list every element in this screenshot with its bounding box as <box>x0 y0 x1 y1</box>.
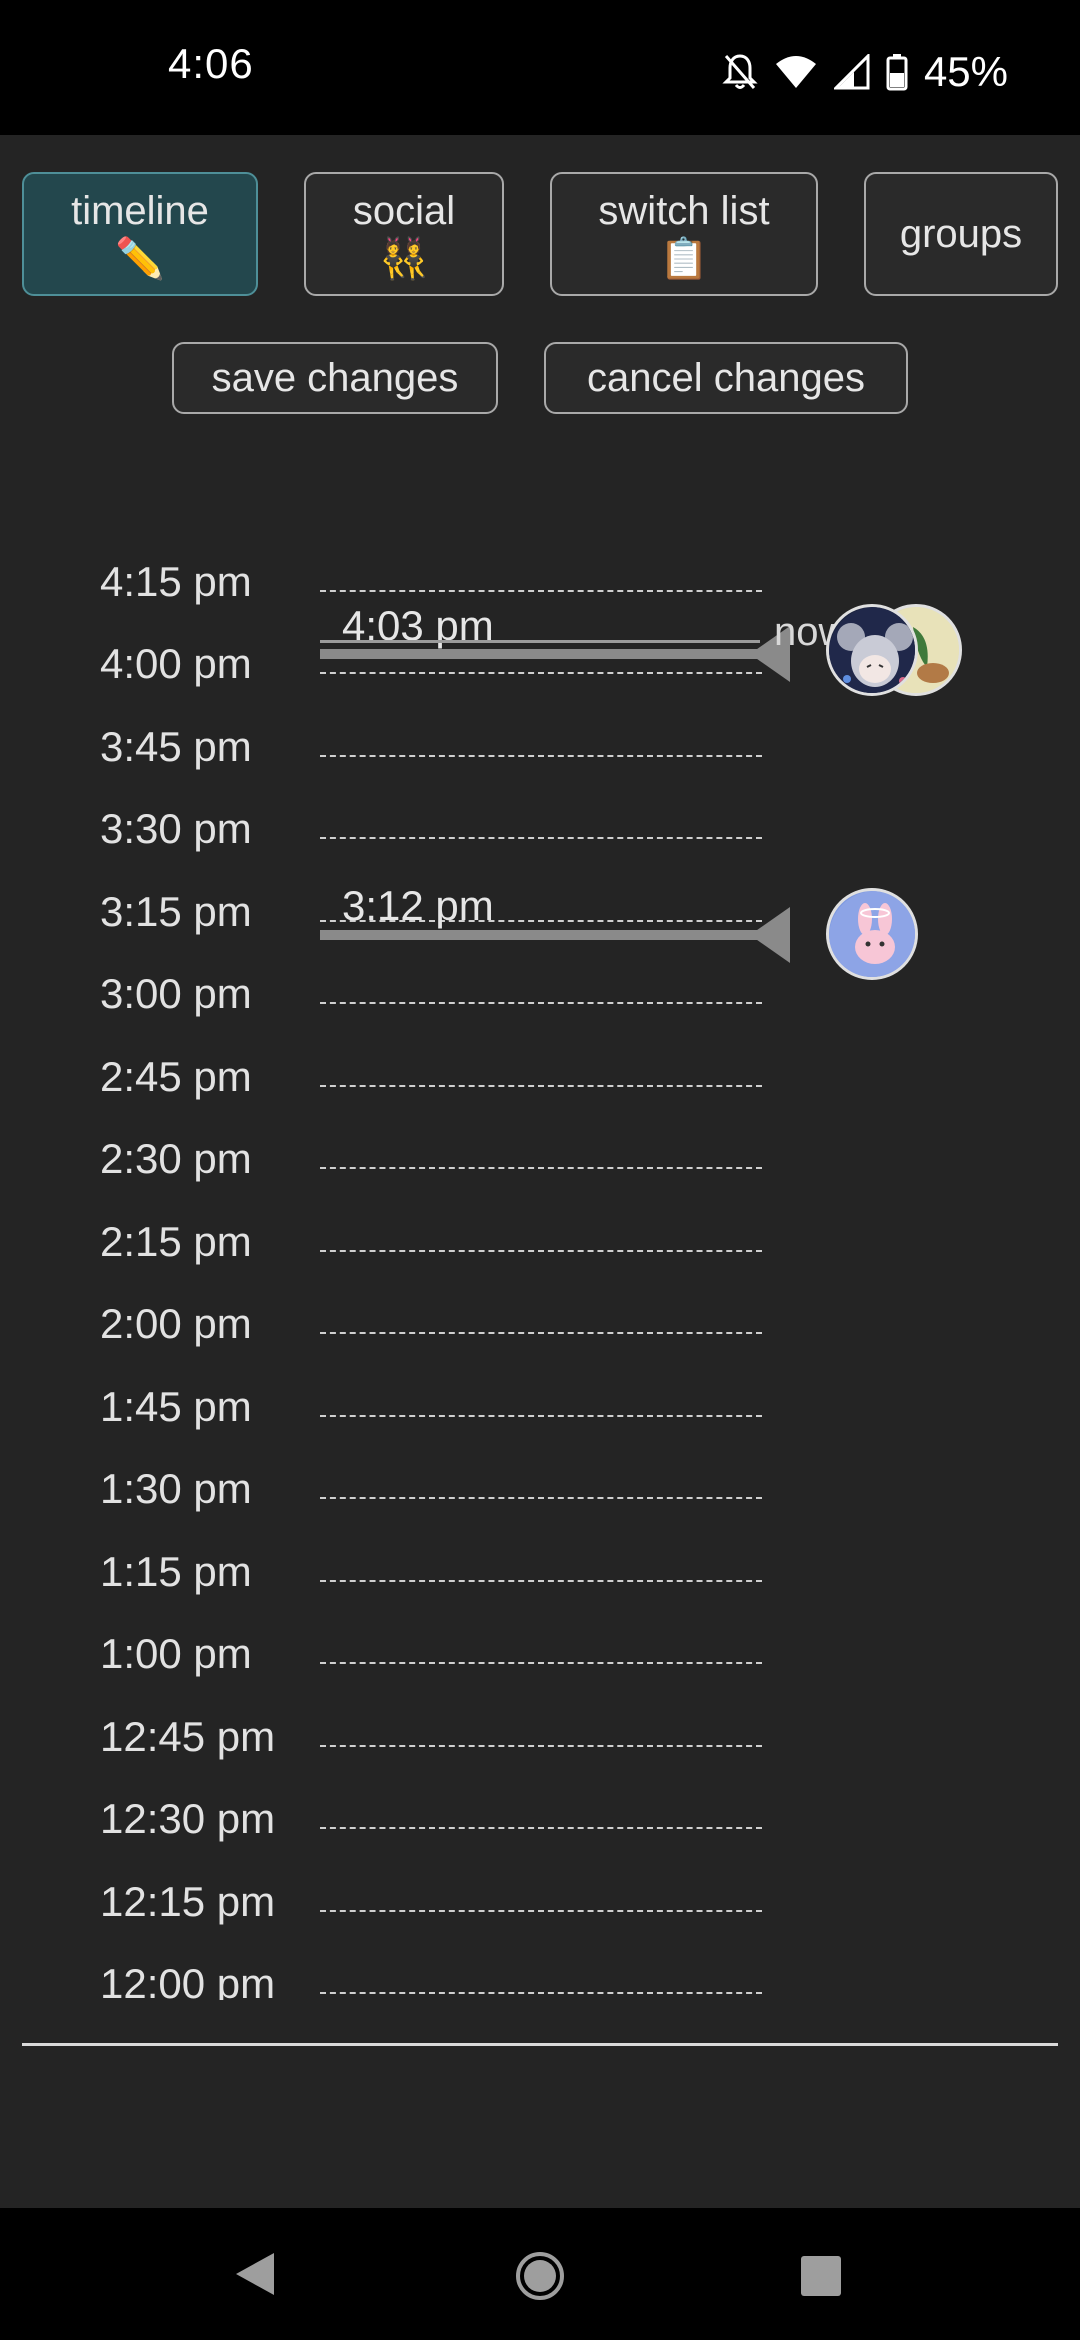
time-label: 2:00 pm <box>100 1300 252 1347</box>
tab-groups-label: groups <box>899 212 1023 256</box>
battery-icon <box>886 54 908 91</box>
back-icon[interactable] <box>234 2251 276 2297</box>
time-gridline <box>320 1992 762 1994</box>
tab-social[interactable]: social 👯 <box>304 172 504 296</box>
divider <box>22 2043 1058 2046</box>
home-icon[interactable] <box>514 2250 566 2302</box>
cancel-changes-button[interactable]: cancel changes <box>544 342 908 414</box>
timeline-view[interactable]: 4:15 pm 4:00 pm 3:45 pm 3:30 pm 3:15 pm … <box>0 540 1080 2000</box>
tab-switch-list[interactable]: switch list 📋 <box>550 172 818 296</box>
status-bar: 4:06 45% <box>0 0 1080 135</box>
time-label: 1:00 pm <box>100 1630 252 1677</box>
time-gridline <box>320 1332 762 1334</box>
save-changes-button[interactable]: save changes <box>172 342 498 414</box>
time-label: 4:00 pm <box>100 640 252 687</box>
time-gridline <box>320 1580 762 1582</box>
switch-range-bar <box>320 640 760 643</box>
time-label: 12:15 pm <box>100 1878 276 1925</box>
pencil-icon: ✏️ <box>115 237 165 281</box>
switch-arrow-icon <box>750 907 790 963</box>
time-label: 1:15 pm <box>100 1548 252 1595</box>
battery-percent: 45% <box>923 48 1008 95</box>
time-gridline <box>320 755 762 757</box>
time-gridline <box>320 1415 762 1417</box>
wifi-icon <box>775 56 816 88</box>
time-label: 4:15 pm <box>100 558 252 605</box>
time-gridline <box>320 1497 762 1499</box>
time-gridline <box>320 1085 762 1087</box>
member-avatar[interactable] <box>826 604 918 696</box>
tab-timeline-label: timeline <box>71 189 209 233</box>
time-gridline <box>320 1250 762 1252</box>
tab-switch-list-label: switch list <box>598 189 770 233</box>
time-label: 12:30 pm <box>100 1795 276 1842</box>
dancers-icon: 👯 <box>379 237 429 281</box>
navigation-bar <box>0 2208 1080 2340</box>
app-screen: 4:06 45% timeline ✏️ social 👯 switch lis… <box>0 0 1080 2340</box>
tab-social-label: social <box>352 189 456 233</box>
signal-icon <box>833 54 870 90</box>
clipboard-icon: 📋 <box>659 237 709 281</box>
time-gridline <box>320 1662 762 1664</box>
time-gridline <box>320 1002 762 1004</box>
time-gridline <box>320 672 762 674</box>
status-icons: 45% <box>722 42 1008 102</box>
member-avatar[interactable] <box>826 888 918 980</box>
switch-marker-line[interactable] <box>320 930 760 940</box>
time-label: 1:30 pm <box>100 1465 252 1512</box>
bunny-avatar-icon <box>829 891 915 977</box>
time-label: 2:30 pm <box>100 1135 252 1182</box>
tab-timeline[interactable]: timeline ✏️ <box>22 172 258 296</box>
bell-off-icon <box>722 54 758 89</box>
time-gridline <box>320 1167 762 1169</box>
switch-time-label: 3:12 pm <box>342 882 494 929</box>
time-label: 3:30 pm <box>100 805 252 852</box>
time-gridline <box>320 1745 762 1747</box>
status-time: 4:06 <box>168 40 254 87</box>
time-label: 12:45 pm <box>100 1713 276 1760</box>
time-gridline <box>320 837 762 839</box>
switch-marker-line[interactable] <box>320 649 760 659</box>
tab-groups[interactable]: groups <box>864 172 1058 296</box>
time-label: 3:45 pm <box>100 723 252 770</box>
time-label: 2:45 pm <box>100 1053 252 1100</box>
time-gridline <box>320 1910 762 1912</box>
time-label: 3:15 pm <box>100 888 252 935</box>
time-gridline <box>320 1827 762 1829</box>
time-label: 12:00 pm <box>100 1960 276 2000</box>
time-label: 1:45 pm <box>100 1383 252 1430</box>
time-label: 2:15 pm <box>100 1218 252 1265</box>
recents-icon[interactable] <box>800 2255 842 2297</box>
time-gridline <box>320 590 762 592</box>
time-label: 3:00 pm <box>100 970 252 1017</box>
